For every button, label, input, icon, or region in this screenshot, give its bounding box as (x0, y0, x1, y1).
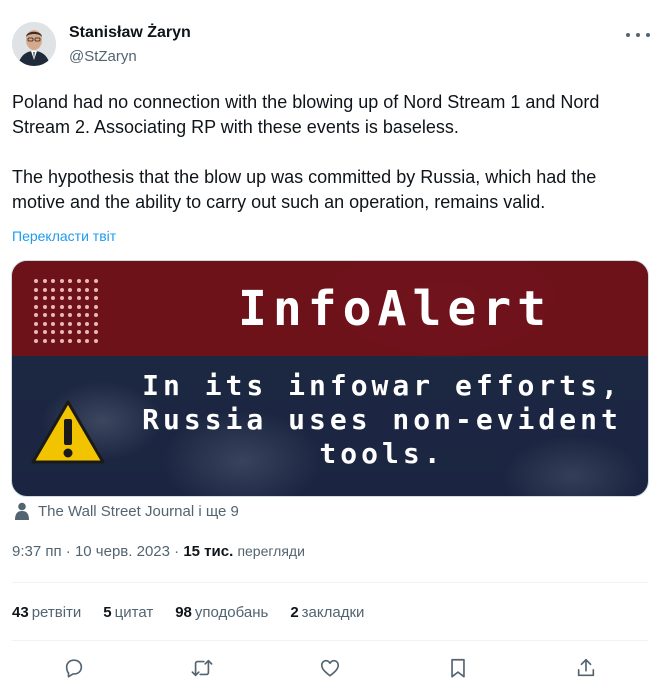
bookmarks-count: 2 (290, 604, 299, 621)
reply-button[interactable] (62, 656, 86, 680)
dot (59, 338, 64, 343)
alert-body-line: In its infowar efforts, (142, 369, 622, 402)
like-button[interactable] (318, 656, 342, 680)
tweet-text: Poland had no connection with the blowin… (12, 92, 600, 212)
dot (42, 338, 47, 343)
alert-body: In its infowar efforts, Russia uses non-… (132, 369, 632, 471)
share-button[interactable] (574, 656, 598, 680)
dot (76, 338, 81, 343)
author-name[interactable]: Stanisław Żaryn (69, 24, 191, 42)
alert-body-line: tools. (319, 437, 445, 470)
dot (93, 338, 98, 343)
likes-stat[interactable]: 98 уподобань (175, 604, 268, 621)
avatar[interactable] (12, 22, 56, 66)
bookmark-button[interactable] (446, 656, 470, 680)
dot (51, 338, 55, 343)
tweet-time[interactable]: 9:37 пп (12, 543, 62, 560)
quotes-label: цитат (114, 604, 154, 621)
tagged-accounts[interactable]: The Wall Street Journal і ще 9 (14, 502, 239, 520)
quotes-stat[interactable]: 5 цитат (103, 604, 153, 621)
dot (85, 338, 89, 343)
alert-body-line: Russia uses non-evident (142, 403, 622, 436)
views-label: перегляди (237, 543, 305, 559)
action-bar (62, 656, 598, 680)
tweet-image[interactable]: InfoAlert In its infowar efforts, Russia… (11, 260, 649, 497)
views-count: 15 тис. (183, 543, 234, 560)
translate-link[interactable]: Перекласти твіт (12, 228, 116, 244)
likes-label: уподобань (194, 604, 269, 621)
retweet-icon (191, 659, 213, 677)
retweets-label: ретвіти (31, 604, 82, 621)
bookmarks-stat[interactable]: 2 закладки (290, 604, 364, 621)
warning-icon (31, 400, 105, 464)
author-handle[interactable]: @StZaryn (69, 48, 137, 65)
meta-separator: · (169, 543, 184, 560)
divider (12, 582, 648, 583)
retweet-button[interactable] (190, 656, 214, 680)
meta-separator: · (61, 543, 75, 560)
divider (12, 640, 648, 641)
bookmark-icon (451, 658, 465, 678)
retweets-count: 43 (12, 604, 29, 621)
tweet-date[interactable]: 10 черв. 2023 (75, 543, 170, 560)
tagged-accounts-label: The Wall Street Journal і ще 9 (38, 502, 239, 520)
person-icon (15, 502, 29, 520)
dot (34, 338, 38, 343)
quotes-count: 5 (103, 604, 112, 621)
likes-count: 98 (175, 604, 192, 621)
reply-icon (65, 659, 83, 678)
tweet-meta: 9:37 пп · 10 черв. 2023 · 15 тис. перегл… (12, 543, 305, 560)
retweets-stat[interactable]: 43 ретвіти (12, 604, 81, 621)
dot (68, 338, 72, 343)
more-icon[interactable] (626, 26, 650, 44)
alert-title: InfoAlert (237, 281, 553, 337)
share-icon (577, 658, 595, 677)
like-icon (320, 659, 340, 677)
bookmarks-label: закладки (301, 604, 365, 621)
engagement-stats: 43 ретвіти 5 цитат 98 уподобань 2 закладки (12, 604, 364, 621)
